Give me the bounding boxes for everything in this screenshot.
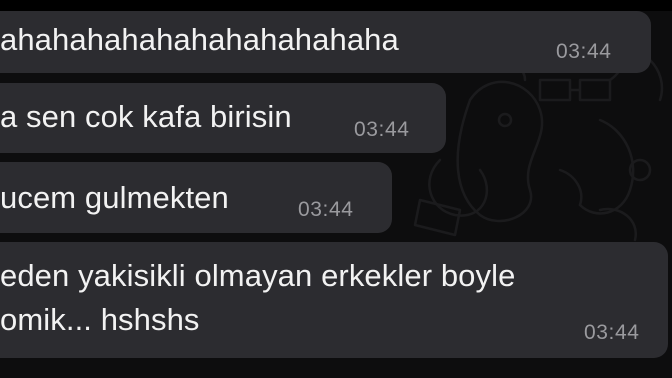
message-text: a sen cok kafa birisin — [0, 99, 292, 134]
message-text: eden yakisikli olmayan erkekler boyle om… — [0, 254, 610, 342]
message-text: ahahahahahahahahahahaha — [0, 22, 399, 57]
message-timestamp: 03:44 — [298, 198, 354, 221]
message-timestamp: 03:44 — [354, 118, 410, 141]
message-timestamp: 03:44 — [584, 321, 640, 344]
incoming-message-bubble[interactable]: ahahahahahahahahahahaha 03:44 — [0, 11, 651, 73]
message-text: ucem gulmekten — [0, 180, 229, 215]
message-text-line: omik... hshshs — [0, 302, 200, 337]
top-edge — [0, 0, 672, 11]
incoming-message-bubble[interactable]: a sen cok kafa birisin 03:44 — [0, 83, 446, 153]
message-timestamp: 03:44 — [556, 40, 612, 63]
incoming-message-bubble[interactable]: eden yakisikli olmayan erkekler boyle om… — [0, 242, 668, 358]
chat-screen: ahahahahahahahahahahaha 03:44 a sen cok … — [0, 0, 672, 378]
message-text-line: eden yakisikli olmayan erkekler boyle — [0, 258, 516, 293]
incoming-message-bubble[interactable]: ucem gulmekten 03:44 — [0, 162, 392, 233]
